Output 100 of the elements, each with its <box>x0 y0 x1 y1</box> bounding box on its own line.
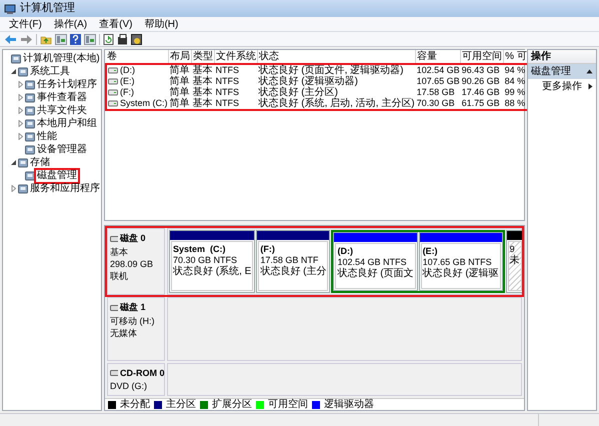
partition-status: 状态良好 (页面文 <box>337 268 414 280</box>
back-arrow-icon[interactable] <box>4 34 17 44</box>
partition-name: (F:) <box>260 244 276 255</box>
disk-detail: 无媒体 <box>110 326 138 339</box>
submenu-arrow-icon <box>588 82 593 90</box>
partition-status: 状态良好 (主分 <box>260 266 326 278</box>
table-cell-text: 17.46 GB <box>460 87 501 98</box>
table-cell: NTFS <box>214 64 258 76</box>
table-cell: 状态良好 (页面文件, 逻辑驱动器) <box>258 64 416 76</box>
legend-label: 可用空间 <box>268 399 308 410</box>
expanded-arrow-icon[interactable] <box>10 159 17 166</box>
table-cell: System (C:) <box>120 98 168 109</box>
partition-name: System (C:) <box>173 244 227 255</box>
partition-status: 状态良好 (逻辑驱 <box>422 268 499 280</box>
forward-arrow-icon[interactable] <box>20 34 33 44</box>
disk-detail: 联机 <box>110 270 129 282</box>
disk-name: CD-ROM 0 <box>120 366 164 380</box>
menu-item[interactable]: 帮助(H) <box>143 16 180 32</box>
tree-item[interactable]: 性能 <box>36 130 58 142</box>
collapsed-arrow-icon[interactable] <box>17 94 24 101</box>
table-cell-text: NTFS <box>214 87 240 98</box>
legend-label: 逻辑驱动器 <box>324 399 374 410</box>
collapsed-arrow-icon[interactable] <box>17 107 24 114</box>
collapsed-arrow-icon[interactable] <box>17 133 24 140</box>
table-cell: 简单 <box>168 64 192 76</box>
table-cell: (D:) <box>120 65 135 76</box>
action-item[interactable]: 更多操作 <box>528 79 596 93</box>
disk-name: 磁盘 0 <box>120 232 146 245</box>
legend-label: 扩展分区 <box>212 399 252 410</box>
collapse-caret-icon[interactable] <box>586 69 593 74</box>
table-cell: 102.54 GB <box>416 64 461 76</box>
table-cell: (F:) <box>120 87 134 98</box>
partition-block[interactable]: (E:) 107.65 GB NTFS 状态良好 (逻辑驱 <box>420 243 501 290</box>
tree-item[interactable]: 任务计划程序 <box>36 78 98 90</box>
table-cell: 简单 <box>168 98 192 110</box>
column-header[interactable]: 卷 <box>106 50 169 64</box>
partition-size: 107.65 GB NTFS <box>422 257 493 268</box>
table-cell: 96.43 GB <box>460 64 504 76</box>
collapsed-arrow-icon[interactable] <box>10 185 17 192</box>
menu-item[interactable]: 操作(A) <box>52 16 88 32</box>
tree-item[interactable]: 设备管理器 <box>36 144 88 156</box>
tree-item[interactable]: 磁盘管理 <box>36 170 78 182</box>
partition-size: 70.30 GB NTFS <box>173 255 238 266</box>
table-cell: 107.65 GB <box>416 76 461 87</box>
partition-size: 9 <box>510 244 516 254</box>
tree-item[interactable]: 系统工具 <box>29 66 71 78</box>
drive-icon <box>108 89 118 96</box>
tree-item[interactable]: 计算机管理(本地) <box>22 52 101 64</box>
help-icon[interactable] <box>70 34 81 44</box>
tree-item[interactable]: 服务和应用程序 <box>29 182 101 194</box>
column-header[interactable]: 文件系统 <box>214 50 258 64</box>
table-cell-text: 90.26 GB <box>460 76 501 87</box>
partition-block[interactable]: System (C:) 70.30 GB NTFS 状态良好 (系统, E <box>171 241 254 292</box>
column-header[interactable]: 容量 <box>416 50 461 64</box>
panel-icon[interactable] <box>84 34 96 44</box>
table-cell-text: 状态良好 (逻辑驱动器) <box>258 76 359 87</box>
table-cell: 61.75 GB <box>460 98 504 110</box>
drive-icon <box>108 78 118 85</box>
column-header[interactable]: 可用空间 <box>460 50 504 64</box>
partition-block[interactable]: (D:) 102.54 GB NTFS 状态良好 (页面文 <box>335 243 416 290</box>
legend-label: 主分区 <box>166 399 196 410</box>
computer-icon <box>4 2 16 14</box>
table-cell-text: 简单 <box>168 87 191 98</box>
table-cell: 基本 <box>192 64 215 76</box>
drive-icon <box>108 100 118 107</box>
disk-detail: DVD (G:) <box>110 380 148 392</box>
panel-icon[interactable] <box>55 34 67 44</box>
partition-status: 未 <box>510 255 520 267</box>
disk-name: 磁盘 1 <box>120 301 146 314</box>
partition-name: (D:) <box>337 246 354 257</box>
expanded-arrow-icon[interactable] <box>10 68 17 75</box>
folder-up-icon[interactable] <box>40 34 52 44</box>
tree-item[interactable]: 事件查看器 <box>36 92 88 104</box>
table-cell: 状态良好 (系统, 启动, 活动, 主分区) <box>258 98 416 110</box>
tree-item[interactable]: 共享文件夹 <box>36 104 88 116</box>
partition-name: (E:) <box>422 246 439 257</box>
refresh-icon[interactable] <box>103 34 114 44</box>
table-cell: (E:) <box>120 76 134 87</box>
menu-item[interactable]: 查看(V) <box>98 16 134 32</box>
legend-label: 未分配 <box>120 399 150 410</box>
partition-status: 状态良好 (系统, E <box>173 266 252 278</box>
menu-item[interactable]: 文件(F) <box>8 16 43 32</box>
column-header[interactable]: 状态 <box>258 50 416 64</box>
window-title: 计算机管理 <box>20 1 75 16</box>
table-cell: 基本 <box>192 98 215 110</box>
table-cell: NTFS <box>214 98 258 110</box>
table-cell-text: NTFS <box>214 76 240 87</box>
partition-block[interactable]: (F:) 17.58 GB NTF 状态良好 (主分 <box>258 241 328 292</box>
table-cell-text: 基本 <box>192 87 214 98</box>
tree-item[interactable]: 本地用户和组 <box>36 118 98 130</box>
tree-item[interactable]: 存储 <box>29 156 51 168</box>
actions-header: 操作 <box>528 50 596 64</box>
collapsed-arrow-icon[interactable] <box>17 120 24 127</box>
partition-block[interactable]: 9 未 <box>508 241 522 292</box>
actions-section-header[interactable]: 磁盘管理 <box>528 64 596 79</box>
column-header[interactable]: 布局 <box>168 50 192 64</box>
collapsed-arrow-icon[interactable] <box>17 81 24 88</box>
column-header[interactable]: 类型 <box>192 50 215 64</box>
table-cell-text: 17.58 GB <box>416 87 456 98</box>
table-cell: 70.30 GB <box>416 98 461 110</box>
